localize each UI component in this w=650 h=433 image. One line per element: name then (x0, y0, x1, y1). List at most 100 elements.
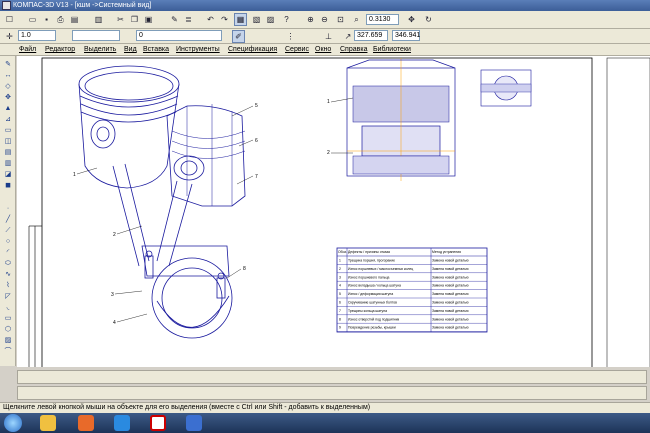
copy-icon[interactable]: ❐ (128, 13, 141, 26)
table-cell: Замена новой деталью (432, 326, 469, 330)
circle-icon[interactable]: ○ (3, 237, 13, 246)
save-icon[interactable]: ▪ (40, 13, 53, 26)
hatch-icon[interactable]: ▨ (3, 336, 13, 345)
table-cell: Износ отверстий под подшипник (348, 317, 400, 321)
brush-icon[interactable]: ✐ (232, 30, 245, 43)
fillet-icon[interactable]: ◟ (3, 303, 13, 312)
window-title: КОМПАС-3D V13 - [кшм ->Системный вид] (13, 2, 152, 9)
properties-toolbar: ✛ 1.0 0 ✐ ⋮ ⊥ ↗ 327.659 346.941 (0, 29, 650, 44)
spec-icon[interactable]: ▤ (3, 148, 13, 157)
select-icon[interactable]: ▭ (3, 126, 13, 135)
new-doc-icon[interactable]: ☐ (3, 13, 16, 26)
undo-icon[interactable]: ↶ (204, 13, 217, 26)
zoom-icon[interactable]: ⌕ (350, 13, 363, 26)
menu-tools[interactable]: Инструменты (176, 45, 220, 55)
edit-icon[interactable]: ✥ (3, 93, 13, 102)
segment-icon[interactable]: ⟋ (3, 226, 13, 235)
rectangle-icon[interactable]: ▭ (3, 314, 13, 323)
style-field[interactable]: 0 (136, 30, 222, 41)
grid-icon[interactable]: ⋮ (284, 30, 297, 43)
format-icon[interactable]: ▥ (92, 13, 105, 26)
paste-icon[interactable]: ▣ (142, 13, 155, 26)
chamfer-icon[interactable]: ◸ (3, 292, 13, 301)
help-icon[interactable]: ? (280, 13, 293, 26)
symbols-icon[interactable]: ◇ (3, 82, 13, 91)
start-button[interactable] (4, 414, 22, 432)
arc-icon[interactable]: ◜ (3, 248, 13, 257)
zoom-scale-field[interactable]: 0.3130 (366, 14, 399, 25)
menu-editor[interactable]: Редактор (45, 45, 75, 55)
compact-toolbar: ✎ ↔ ◇ ✥ ▲ ⊿ ▭ ◫ ▤ ▥ ◪ ◼ · ╱ ⟋ ○ ◜ ⬭ ∿ ⌇ … (0, 56, 16, 366)
print-icon[interactable]: ⎙ (54, 13, 67, 26)
rod-beam-left (112, 163, 150, 267)
dimensions-icon[interactable]: ↔ (3, 71, 13, 80)
associative-views-icon[interactable]: ◫ (3, 137, 13, 146)
status-hint: Щелкните левой кнопкой мыши на объекте д… (3, 404, 371, 411)
status-bar: Щелкните левой кнопкой мыши на объекте д… (0, 402, 650, 413)
file-manager-icon[interactable] (40, 415, 56, 431)
table-cell: 8 (339, 317, 341, 321)
kompas-icon[interactable] (186, 415, 202, 431)
cursor-x-icon: ↗ (344, 32, 352, 41)
contour-icon[interactable]: ⌒ (3, 347, 13, 356)
spline-icon[interactable]: ∿ (3, 270, 13, 279)
menu-specification[interactable]: Спецификация (228, 45, 277, 55)
variables-icon[interactable]: ▧ (250, 13, 263, 26)
defects-table: Обоз. Дефекты / причины отказа Метод уст… (336, 247, 488, 333)
zoom-out-icon[interactable]: ⊖ (318, 13, 331, 26)
table-header-defect: Дефекты / причины отказа (348, 250, 390, 254)
layers-icon[interactable]: ≣ (182, 13, 195, 26)
ellipse-icon[interactable]: ⬭ (3, 259, 13, 268)
polyline-icon[interactable]: ⌇ (3, 281, 13, 290)
fragment-icon[interactable]: ◼ (3, 181, 13, 190)
menu-view[interactable]: Вид (124, 45, 137, 55)
table-cell: 4 (339, 284, 341, 288)
menu-select[interactable]: Выделить (84, 45, 116, 55)
menu-help[interactable]: Справка (340, 45, 367, 55)
cut-icon[interactable]: ✂ (114, 13, 127, 26)
polygon-icon[interactable]: ⬡ (3, 325, 13, 334)
property-panel[interactable] (17, 370, 647, 384)
main-toolbar: ☐ ▭ ▪ ⎙ ▤ ▥ ✂ ❐ ▣ ✎ ≣ ↶ ↷ ▦ ▧ ▨ ? ⊕ ⊖ ⊡ … (0, 11, 650, 29)
library-icon[interactable]: ▨ (264, 13, 277, 26)
menu-file[interactable]: Файл (19, 45, 36, 55)
properties-icon[interactable]: ✎ (168, 13, 181, 26)
zoom-in-icon[interactable]: ⊕ (304, 13, 317, 26)
manager-icon[interactable]: ▦ (234, 13, 247, 26)
measure-icon[interactable]: ⊿ (3, 115, 13, 124)
redo-icon[interactable]: ↷ (218, 13, 231, 26)
media-player-icon[interactable] (78, 415, 94, 431)
pan-icon[interactable]: ✥ (405, 13, 418, 26)
menu-libraries[interactable]: Библиотеки (373, 45, 411, 55)
menu-insert[interactable]: Вставка (143, 45, 169, 55)
open-icon[interactable]: ▭ (26, 13, 39, 26)
sheet-frame (41, 57, 593, 367)
callout-iso-7: 7 (255, 174, 258, 180)
callout-iso-2: 2 (113, 232, 116, 238)
menu-window[interactable]: Окно (315, 45, 331, 55)
callout-iso-8: 8 (243, 266, 246, 272)
opera-icon[interactable] (150, 415, 166, 431)
ie-icon[interactable] (114, 415, 130, 431)
menu-bar: Файл Редактор Выделить Вид Вставка Инстр… (0, 44, 650, 56)
reports-icon[interactable]: ▥ (3, 159, 13, 168)
parametrization-icon[interactable]: ▲ (3, 104, 13, 113)
coord-x-field[interactable]: 327.659 (354, 30, 388, 41)
preview-icon[interactable]: ▤ (68, 13, 81, 26)
menu-service[interactable]: Сервис (285, 45, 309, 55)
local-cs-icon[interactable]: ⊥ (322, 30, 335, 43)
step-field[interactable] (72, 30, 120, 41)
piston-top (78, 65, 180, 103)
line-icon[interactable]: ╱ (3, 215, 13, 224)
insert-icon[interactable]: ◪ (3, 170, 13, 179)
geometry-icon[interactable]: ✎ (3, 60, 13, 69)
line-scale-field[interactable]: 1.0 (18, 30, 56, 41)
special-control-panel[interactable] (17, 386, 647, 400)
zoom-window-icon[interactable]: ⊡ (334, 13, 347, 26)
refresh-icon[interactable]: ↻ (422, 13, 435, 26)
snap-icon[interactable]: ✛ (3, 30, 16, 43)
point-icon[interactable]: · (3, 204, 13, 213)
drawing-sheet[interactable]: 1 2 3 4 5 6 7 8 1 2 Обоз. Дефекты / прич… (17, 56, 650, 367)
coord-y-field[interactable]: 346.941 (392, 30, 420, 41)
drawing-canvas[interactable]: 1 2 3 4 5 6 7 8 1 2 Обоз. Дефекты / прич… (17, 56, 650, 367)
